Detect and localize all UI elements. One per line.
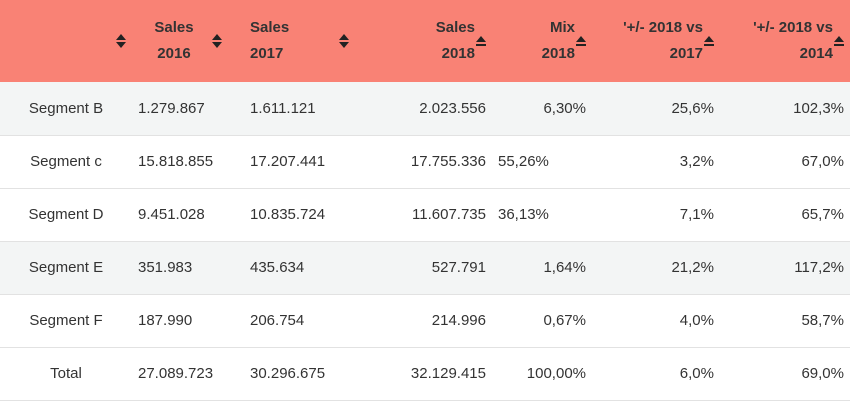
col-header-label-line2: 2014 <box>799 45 833 62</box>
vs-2017-cell: 3,2% <box>679 153 714 170</box>
sales-2018-cell: 32.129.415 <box>410 365 486 382</box>
vs-2014-cell: 58,7% <box>801 312 844 329</box>
sort-desc-icon[interactable] <box>576 36 586 46</box>
sales-2016-cell: 27.089.723 <box>138 365 214 382</box>
sales-2016-cell: 15.818.855 <box>138 153 214 170</box>
vs-2014-cell: 117,2% <box>794 259 844 276</box>
segment-cell: Segment E <box>28 259 104 276</box>
col-header-label-line1: Sales <box>250 19 290 36</box>
table-header: Sales 2016 Sales 2017 Sales 2018 Mix 201… <box>0 0 850 82</box>
sort-icon[interactable] <box>211 34 222 48</box>
vs-2017-cell: 21,2% <box>671 259 714 276</box>
table-body: Segment B 1.279.867 1.611.121 2.023.556 … <box>0 82 850 400</box>
vs-2017-cell: 6,0% <box>679 365 714 382</box>
col-header-label-line2: 2018 <box>441 45 475 62</box>
col-header-mix-2018[interactable]: Mix 2018 <box>492 0 592 82</box>
col-header-sales-2017[interactable]: Sales 2017 <box>244 0 356 82</box>
sort-icon[interactable] <box>116 34 126 49</box>
col-header-label-line1: '+/- 2018 vs <box>753 19 833 36</box>
col-header-segment[interactable] <box>0 0 132 82</box>
col-header-sales-2018[interactable]: Sales 2018 <box>356 0 492 82</box>
table-row: Segment F 187.990 206.754 214.996 0,67% … <box>0 294 850 347</box>
sort-desc-icon[interactable] <box>704 36 714 46</box>
vs-2017-cell: 4,0% <box>679 312 714 329</box>
mix-2018-cell: 36,13% <box>498 206 549 223</box>
mix-2018-cell: 1,64% <box>543 259 586 276</box>
sales-2017-cell: 206.754 <box>250 312 305 329</box>
sales-2018-cell: 17.755.336 <box>410 153 486 170</box>
col-header-label-line1: Mix <box>549 19 575 36</box>
sort-icon[interactable] <box>339 34 350 48</box>
sales-2018-cell: 2.023.556 <box>419 99 486 117</box>
mix-2018-cell: 100,00% <box>526 365 586 382</box>
segment-cell: Segment B <box>28 99 104 117</box>
sales-2017-cell: 435.634 <box>250 259 305 276</box>
vs-2017-cell: 25,6% <box>671 99 714 117</box>
col-header-label-line1: '+/- 2018 vs <box>623 19 703 36</box>
sort-desc-icon[interactable] <box>834 36 844 46</box>
vs-2014-cell: 102,3% <box>793 99 844 117</box>
col-header-label-line1: Sales <box>154 19 194 36</box>
sales-2016-cell: 9.451.028 <box>138 206 205 223</box>
segment-cell: Segment c <box>30 153 102 170</box>
col-header-vs-2017[interactable]: '+/- 2018 vs 2017 <box>592 0 720 82</box>
sales-2018-cell: 214.996 <box>431 312 486 329</box>
sales-2016-cell: 1.279.867 <box>138 99 205 117</box>
segment-cell: Total <box>50 365 82 382</box>
sort-desc-icon[interactable] <box>476 36 486 46</box>
vs-2014-cell: 67,0% <box>801 153 844 170</box>
col-header-label-line2: 2016 <box>157 45 191 62</box>
table-row: Segment D 9.451.028 10.835.724 11.607.73… <box>0 188 850 241</box>
col-header-label-line2: 2017 <box>669 45 703 62</box>
sales-2016-cell: 351.983 <box>138 259 193 276</box>
col-header-label-line2: 2017 <box>250 45 284 62</box>
table-row: Segment c 15.818.855 17.207.441 17.755.3… <box>0 135 850 188</box>
sales-2017-cell: 17.207.441 <box>250 153 326 170</box>
vs-2017-cell: 7,1% <box>679 206 714 223</box>
sales-2017-cell: 1.611.121 <box>250 99 316 117</box>
segment-cell: Segment F <box>29 312 103 329</box>
sales-2018-cell: 527.791 <box>431 259 486 276</box>
vs-2014-cell: 65,7% <box>801 206 844 223</box>
col-header-label-line1: Sales <box>435 19 475 36</box>
table-row: Segment E 351.983 435.634 527.791 1,64% … <box>0 241 850 294</box>
vs-2014-cell: 69,0% <box>801 365 844 382</box>
table-row-total: Total 27.089.723 30.296.675 32.129.415 1… <box>0 347 850 400</box>
sales-2016-cell: 187.990 <box>138 312 193 329</box>
segment-cell: Segment D <box>28 206 104 223</box>
sales-table: Sales 2016 Sales 2017 Sales 2018 Mix 201… <box>0 0 850 401</box>
col-header-vs-2014[interactable]: '+/- 2018 vs 2014 <box>720 0 850 82</box>
sales-2017-cell: 30.296.675 <box>250 365 326 382</box>
col-header-label-line2: 2018 <box>541 45 575 62</box>
mix-2018-cell: 0,67% <box>543 312 586 329</box>
mix-2018-cell: 55,26% <box>498 153 549 170</box>
sales-2018-cell: 11.607.735 <box>412 206 486 223</box>
sales-2017-cell: 10.835.724 <box>250 206 326 223</box>
col-header-sales-2016[interactable]: Sales 2016 <box>132 0 244 82</box>
table-row: Segment B 1.279.867 1.611.121 2.023.556 … <box>0 82 850 135</box>
mix-2018-cell: 6,30% <box>543 99 586 117</box>
